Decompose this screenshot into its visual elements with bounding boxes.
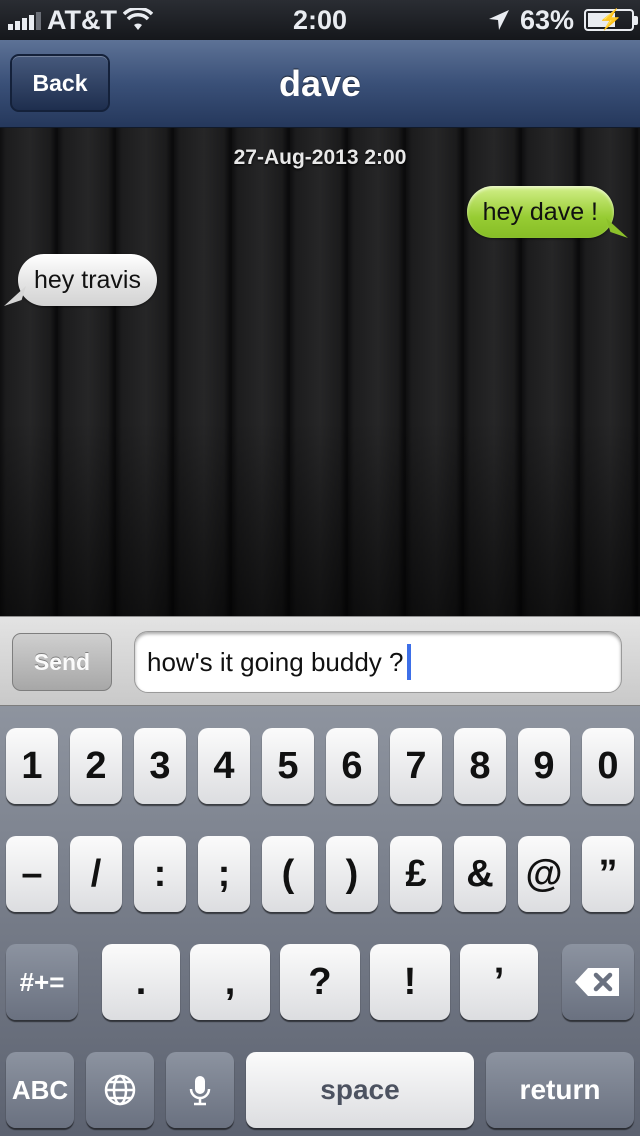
- key-6[interactable]: 6: [326, 728, 378, 804]
- key-at[interactable]: @: [518, 836, 570, 912]
- message-input-value: how's it going buddy ?: [147, 647, 404, 677]
- battery-percent: 63%: [519, 4, 574, 35]
- key-3[interactable]: 3: [134, 728, 186, 804]
- key-period[interactable]: .: [102, 944, 180, 1020]
- key-1[interactable]: 1: [6, 728, 58, 804]
- key-4[interactable]: 4: [198, 728, 250, 804]
- key-open-paren[interactable]: (: [262, 836, 314, 912]
- key-semicolon[interactable]: ;: [198, 836, 250, 912]
- delete-key[interactable]: [562, 944, 634, 1020]
- dictation-key[interactable]: [166, 1052, 234, 1128]
- symbols-shift-key[interactable]: #+=: [6, 944, 78, 1020]
- globe-icon: [104, 1074, 136, 1106]
- key-5[interactable]: 5: [262, 728, 314, 804]
- key-2[interactable]: 2: [70, 728, 122, 804]
- message-timestamp: 27-Aug-2013 2:00: [233, 146, 407, 169]
- text-cursor: [407, 644, 412, 680]
- microphone-icon: [189, 1076, 211, 1106]
- key-question[interactable]: ?: [280, 944, 360, 1020]
- key-slash[interactable]: /: [70, 836, 122, 912]
- backspace-icon: [575, 968, 619, 996]
- space-key[interactable]: space: [246, 1052, 474, 1128]
- message-input[interactable]: how's it going buddy ?: [134, 631, 622, 693]
- key-7[interactable]: 7: [390, 728, 442, 804]
- key-quote[interactable]: ”: [582, 836, 634, 912]
- keyboard: 1 2 3 4 5 6 7 8 9 0 – / : ; ( ) £ & @ ” …: [0, 706, 640, 1136]
- navigation-bar: dave Back: [0, 40, 640, 128]
- status-right: 63% ⚡: [488, 4, 638, 36]
- status-bar: AT&T 2:00 63% ⚡: [0, 0, 640, 40]
- key-pound[interactable]: £: [390, 836, 442, 912]
- key-colon[interactable]: :: [134, 836, 186, 912]
- outgoing-message-bubble[interactable]: hey dave !: [466, 186, 614, 238]
- globe-key[interactable]: [86, 1052, 154, 1128]
- key-comma[interactable]: ,: [190, 944, 270, 1020]
- incoming-message-bubble[interactable]: hey travis: [18, 254, 157, 306]
- return-key[interactable]: return: [486, 1052, 634, 1128]
- key-ampersand[interactable]: &: [454, 836, 506, 912]
- send-button[interactable]: Send: [12, 633, 112, 691]
- key-close-paren[interactable]: ): [326, 836, 378, 912]
- key-9[interactable]: 9: [518, 728, 570, 804]
- message-composer: Send how's it going buddy ?: [0, 616, 640, 706]
- abc-key[interactable]: ABC: [6, 1052, 74, 1128]
- key-8[interactable]: 8: [454, 728, 506, 804]
- key-0[interactable]: 0: [582, 728, 634, 804]
- chat-area[interactable]: 27-Aug-2013 2:00 hey dave ! hey travis: [0, 128, 640, 616]
- key-dash[interactable]: –: [6, 836, 58, 912]
- battery-icon: ⚡: [584, 9, 638, 31]
- key-exclamation[interactable]: !: [370, 944, 450, 1020]
- location-icon: [488, 10, 509, 30]
- key-apostrophe[interactable]: ’: [460, 944, 538, 1020]
- back-button[interactable]: Back: [10, 54, 110, 112]
